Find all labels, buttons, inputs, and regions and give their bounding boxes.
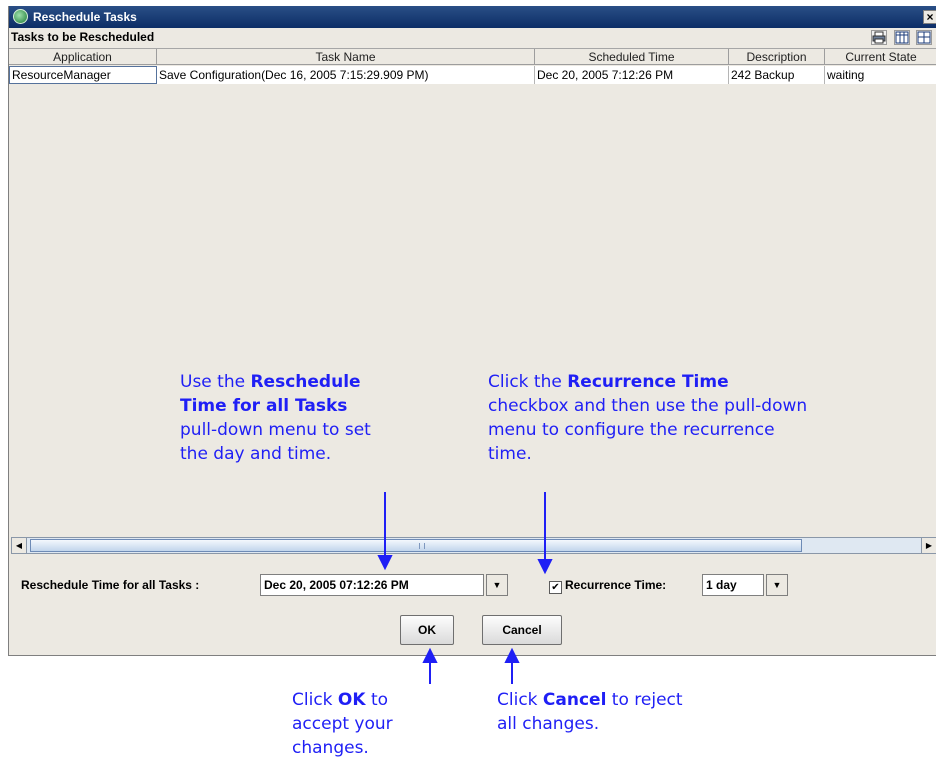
- reschedule-arrowhead-icon: [377, 555, 393, 571]
- callout-arrows: [377, 492, 553, 684]
- cancel-arrowhead-icon: [504, 647, 520, 663]
- ok-arrowhead-icon: [422, 647, 438, 663]
- recurrence-arrowhead-icon: [537, 559, 553, 575]
